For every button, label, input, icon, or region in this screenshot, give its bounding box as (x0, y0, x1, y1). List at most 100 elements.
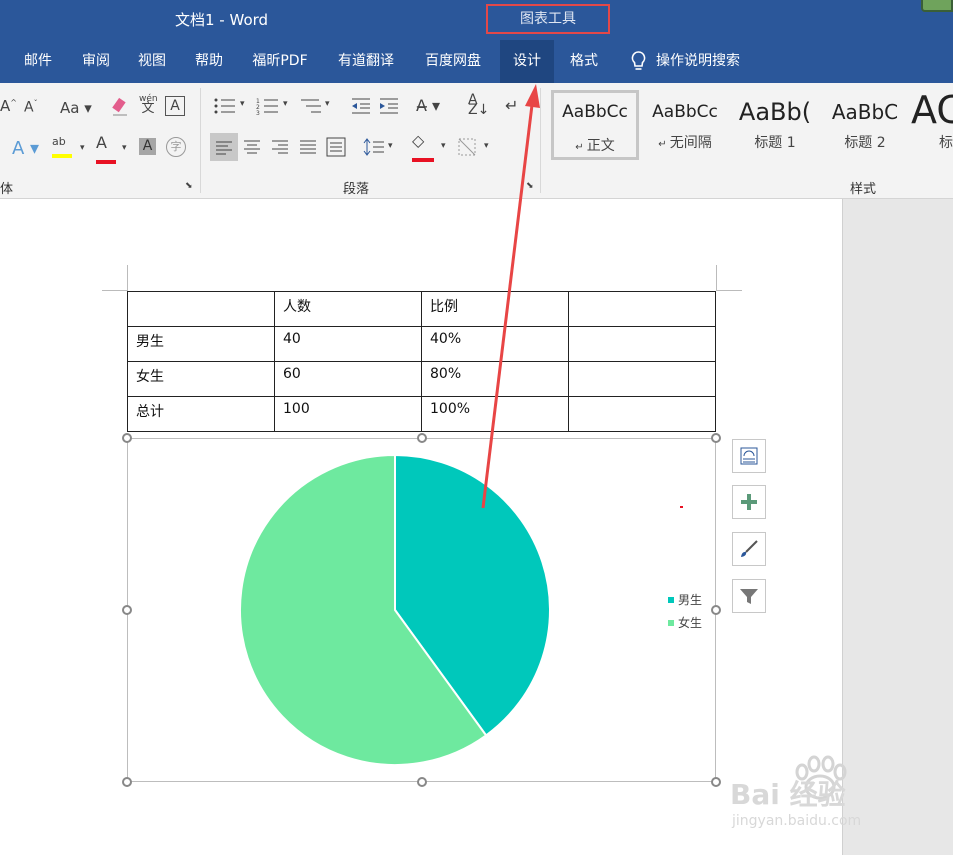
change-case-button[interactable]: Aa ▾ (60, 99, 92, 117)
tab-design[interactable]: 设计 (500, 40, 554, 83)
style-heading-1[interactable]: AaBb( 标题 1 (731, 90, 819, 160)
crop-mark (717, 290, 742, 291)
resize-handle-bottom-right[interactable] (711, 777, 721, 787)
font-dialog-launcher-icon[interactable]: ⬊ (185, 181, 193, 191)
character-shading-icon[interactable]: A (139, 138, 156, 155)
table-cell[interactable]: 100 (274, 396, 422, 432)
table-cell[interactable]: 40 (274, 326, 422, 362)
resize-handle-top-left[interactable] (122, 433, 132, 443)
numbering-icon[interactable]: 123 (256, 97, 280, 115)
table-cell[interactable] (568, 361, 716, 397)
resize-handle-top-right[interactable] (711, 433, 721, 443)
table-cell[interactable]: 男生 (127, 326, 275, 362)
style-heading-2[interactable]: AaBbC 标题 2 (821, 90, 909, 160)
tab-mailings[interactable]: 邮件 (12, 40, 64, 83)
table-cell[interactable]: 人数 (274, 291, 422, 327)
font-color-dropdown-icon[interactable]: ▾ (122, 143, 127, 153)
tab-help[interactable]: 帮助 (183, 40, 235, 83)
legend-item[interactable]: 男生 (668, 591, 702, 608)
style-normal[interactable]: AaBbCc ↵ 正文 (551, 90, 639, 160)
highlight-dropdown-icon[interactable]: ▾ (80, 143, 85, 153)
legend-item[interactable]: 女生 (668, 614, 702, 631)
numbering-dropdown-icon[interactable]: ▾ (283, 99, 288, 109)
watermark-brand: Bai 经验 (730, 778, 846, 811)
baidu-jingyan-watermark: Bai 经验 jingyan.baidu.com (730, 755, 950, 855)
tab-youdao-translate[interactable]: 有道翻译 (328, 40, 404, 83)
table-row: 男生 40 40% (127, 326, 716, 362)
resize-handle-top[interactable] (417, 433, 427, 443)
justify-icon[interactable] (298, 137, 318, 157)
pie-chart[interactable] (128, 439, 715, 781)
table-cell[interactable]: 80% (421, 361, 569, 397)
filter-icon (740, 589, 758, 604)
style-title-name: 标 (939, 135, 953, 151)
table-cell[interactable] (568, 326, 716, 362)
shrink-font-icon[interactable]: Aˇ (24, 99, 38, 116)
chart-elements-button[interactable] (732, 485, 766, 519)
shading-dropdown-icon[interactable]: ▾ (441, 141, 446, 151)
tell-me-search[interactable]: 操作说明搜索 (656, 40, 766, 83)
tab-baidu-netdisk[interactable]: 百度网盘 (415, 40, 491, 83)
legend-label: 女生 (678, 616, 703, 630)
borders-icon[interactable] (457, 137, 477, 157)
font-color-button[interactable]: A (96, 135, 116, 167)
show-marks-icon[interactable]: ↵ (505, 96, 518, 115)
tab-foxit-pdf[interactable]: 福昕PDF (242, 40, 318, 83)
borders-dropdown-icon[interactable]: ▾ (484, 141, 489, 151)
sort-icon[interactable]: A Z↓ (468, 93, 489, 117)
grow-font-icon[interactable]: A^ (0, 97, 17, 115)
layout-options-icon (740, 447, 758, 465)
red-dot-mark (680, 506, 683, 508)
resize-handle-left[interactable] (122, 605, 132, 615)
increase-indent-icon[interactable] (378, 97, 400, 115)
shading-button[interactable]: ◇ (412, 133, 434, 165)
style-title[interactable]: AC 标 (911, 90, 953, 160)
table-cell[interactable]: 女生 (127, 361, 275, 397)
table-cell[interactable]: 总计 (127, 396, 275, 432)
distributed-icon[interactable] (326, 137, 346, 157)
style-no-spacing[interactable]: AaBbCc ↵ 无间隔 (641, 90, 729, 160)
align-left-button[interactable] (210, 133, 238, 161)
phonetic-guide-icon[interactable]: wén 文 (139, 95, 158, 116)
table-cell[interactable] (568, 291, 716, 327)
document-page[interactable]: 人数 比例 男生 40 40% 女生 60 80% 总计 100 100% 男生… (0, 199, 843, 855)
clear-format-eraser-icon[interactable] (110, 97, 130, 117)
table-cell[interactable]: 比例 (421, 291, 569, 327)
multilevel-list-icon[interactable] (299, 97, 323, 115)
tab-view[interactable]: 视图 (126, 40, 178, 83)
style-normal-sample: AaBbCc (562, 102, 628, 122)
chart-area[interactable]: 男生 女生 (127, 438, 716, 782)
table-cell[interactable] (127, 291, 275, 327)
change-case-label: Aa (60, 99, 80, 117)
line-spacing-icon[interactable] (363, 137, 385, 157)
paragraph-dialog-launcher-icon[interactable]: ⬊ (526, 181, 534, 191)
group-divider (200, 88, 201, 193)
resize-handle-bottom[interactable] (417, 777, 427, 787)
multilevel-dropdown-icon[interactable]: ▾ (325, 99, 330, 109)
decrease-indent-icon[interactable] (350, 97, 372, 115)
tab-format[interactable]: 格式 (558, 40, 610, 83)
table-row: 女生 60 80% (127, 361, 716, 397)
tab-review[interactable]: 审阅 (70, 40, 122, 83)
chinese-layout-icon[interactable]: A̶ ▾ (416, 96, 440, 115)
chart-filters-button[interactable] (732, 579, 766, 613)
line-spacing-dropdown-icon[interactable]: ▾ (388, 141, 393, 151)
table-cell[interactable]: 100% (421, 396, 569, 432)
resize-handle-right[interactable] (711, 605, 721, 615)
bullets-icon[interactable] (213, 97, 237, 115)
data-table[interactable]: 人数 比例 男生 40 40% 女生 60 80% 总计 100 100% (127, 291, 716, 432)
table-cell[interactable]: 60 (274, 361, 422, 397)
layout-options-button[interactable] (732, 439, 766, 473)
table-cell[interactable]: 40% (421, 326, 569, 362)
chart-styles-button[interactable] (732, 532, 766, 566)
paragraph-mark-icon: ↵ (575, 142, 587, 153)
enclose-characters-icon[interactable]: 字 (166, 137, 186, 157)
resize-handle-bottom-left[interactable] (122, 777, 132, 787)
character-border-icon[interactable]: A (165, 96, 185, 116)
text-effects-icon[interactable]: A ▾ (12, 138, 39, 159)
align-center-icon[interactable] (242, 137, 262, 157)
align-right-icon[interactable] (270, 137, 290, 157)
bullets-dropdown-icon[interactable]: ▾ (240, 99, 245, 109)
table-cell[interactable] (568, 396, 716, 432)
highlight-color-button[interactable]: ab (52, 135, 72, 161)
